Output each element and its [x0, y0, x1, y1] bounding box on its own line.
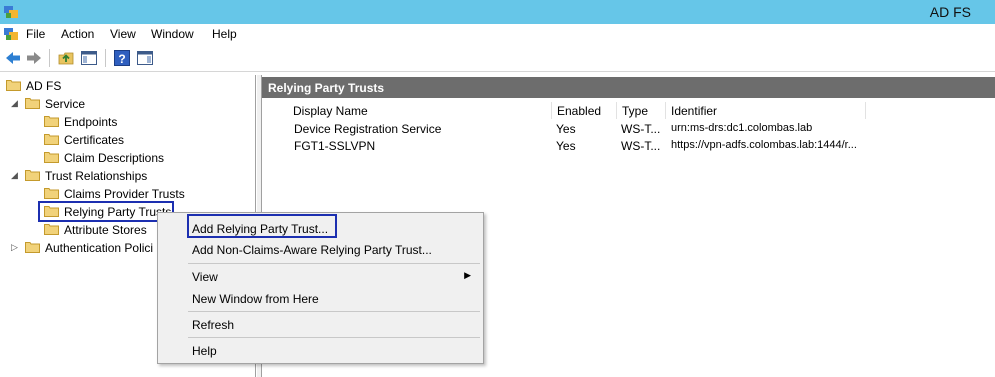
- cell-enabled: Yes: [556, 122, 576, 136]
- column-header-type[interactable]: Type: [617, 102, 666, 119]
- toolbar: ?: [0, 44, 995, 72]
- menu-item-label: Refresh: [192, 318, 235, 332]
- cell-identifier: urn:ms-drs:dc1.colombas.lab: [671, 122, 813, 134]
- tree-label: Trust Relationships: [45, 169, 148, 183]
- menu-item-highlight-box: [187, 214, 337, 238]
- results-pane-title: Relying Party Trusts: [262, 77, 995, 98]
- column-header-identifier[interactable]: Identifier: [666, 102, 866, 119]
- tree-item-endpoints[interactable]: Endpoints: [0, 113, 250, 131]
- cell-display-name: Device Registration Service: [294, 122, 442, 136]
- column-header-enabled[interactable]: Enabled: [552, 102, 617, 119]
- folder-icon: [44, 134, 59, 145]
- tree-label: AD FS: [26, 79, 62, 93]
- cell-type: WS-T...: [621, 122, 661, 136]
- menu-item-new-window-from-here[interactable]: New Window from Here: [158, 287, 483, 309]
- tree-label: Service: [45, 97, 86, 111]
- folder-icon: [6, 80, 21, 91]
- tree-item-certificates[interactable]: Certificates: [0, 131, 250, 149]
- selection-highlight-box: [38, 201, 174, 222]
- submenu-arrow-icon: ▶: [464, 270, 471, 280]
- tree-item-claim-descriptions[interactable]: Claim Descriptions: [0, 149, 250, 167]
- folder-icon: [44, 152, 59, 163]
- folder-icon: [25, 98, 40, 109]
- tree-label: Attribute Stores: [64, 223, 147, 237]
- tree-label: Claims Provider Trusts: [64, 187, 185, 201]
- menu-separator: [188, 263, 480, 264]
- context-menu: Add Relying Party Trust... Add Non-Claim…: [157, 212, 484, 364]
- menu-view[interactable]: View: [110, 27, 136, 41]
- menu-item-label: Help: [192, 344, 217, 358]
- menu-file[interactable]: File: [26, 27, 45, 41]
- folder-icon: [44, 224, 59, 235]
- toolbar-separator: [49, 49, 50, 67]
- menu-item-label: View: [192, 270, 218, 284]
- forward-arrow-icon[interactable]: [25, 49, 43, 67]
- folder-icon: [44, 116, 59, 127]
- expanded-arrow-icon[interactable]: ◢: [11, 98, 18, 109]
- tree-item-trust-relationships[interactable]: ◢ Trust Relationships: [0, 167, 250, 185]
- help-icon[interactable]: ?: [113, 49, 131, 67]
- menu-item-help[interactable]: Help: [158, 339, 483, 361]
- tree-label: Authentication Polici: [45, 241, 154, 255]
- menu-action[interactable]: Action: [61, 27, 94, 41]
- table-row[interactable]: FGT1-SSLVPN Yes WS-T... https://vpn-adfs…: [262, 139, 995, 155]
- folder-icon: [25, 242, 40, 253]
- menu-item-label: Add Non-Claims-Aware Relying Party Trust…: [192, 243, 432, 257]
- cell-identifier: https://vpn-adfs.colombas.lab:1444/r...: [671, 139, 857, 151]
- cell-enabled: Yes: [556, 139, 576, 153]
- menu-item-view[interactable]: View ▶: [158, 265, 483, 287]
- show-hide-action-pane-icon[interactable]: [136, 49, 154, 67]
- tree-item-service[interactable]: ◢ Service: [0, 95, 250, 113]
- menu-item-label: New Window from Here: [192, 292, 319, 306]
- back-arrow-icon[interactable]: [4, 49, 22, 67]
- tree-label: Claim Descriptions: [64, 151, 165, 165]
- folder-icon: [44, 188, 59, 199]
- menu-help[interactable]: Help: [212, 27, 237, 41]
- menu-separator: [188, 311, 480, 312]
- tree-label: Certificates: [64, 133, 125, 147]
- system-menu-icon[interactable]: [3, 26, 19, 42]
- up-folder-icon[interactable]: [57, 49, 75, 67]
- folder-icon: [25, 170, 40, 181]
- adfs-app-icon[interactable]: [3, 4, 19, 20]
- toolbar-separator: [105, 49, 106, 67]
- table-row[interactable]: Device Registration Service Yes WS-T... …: [262, 122, 995, 138]
- menu-window[interactable]: Window: [151, 27, 194, 41]
- cell-type: WS-T...: [621, 139, 661, 153]
- tree-item-adfs[interactable]: AD FS: [0, 77, 250, 95]
- show-hide-console-tree-icon[interactable]: [80, 49, 98, 67]
- menu-separator: [188, 337, 480, 338]
- expanded-arrow-icon[interactable]: ◢: [11, 170, 18, 181]
- menu-bar: File Action View Window Help: [0, 24, 995, 44]
- column-header-display-name[interactable]: Display Name: [288, 102, 552, 119]
- title-bar: AD FS: [0, 0, 995, 24]
- window-title: AD FS: [929, 4, 971, 20]
- tree-label: Endpoints: [64, 115, 118, 129]
- menu-item-add-non-claims-aware-trust[interactable]: Add Non-Claims-Aware Relying Party Trust…: [158, 238, 483, 260]
- cell-display-name: FGT1-SSLVPN: [294, 139, 376, 153]
- collapsed-arrow-icon[interactable]: ▷: [11, 242, 18, 253]
- svg-text:?: ?: [118, 52, 125, 66]
- menu-item-refresh[interactable]: Refresh: [158, 313, 483, 335]
